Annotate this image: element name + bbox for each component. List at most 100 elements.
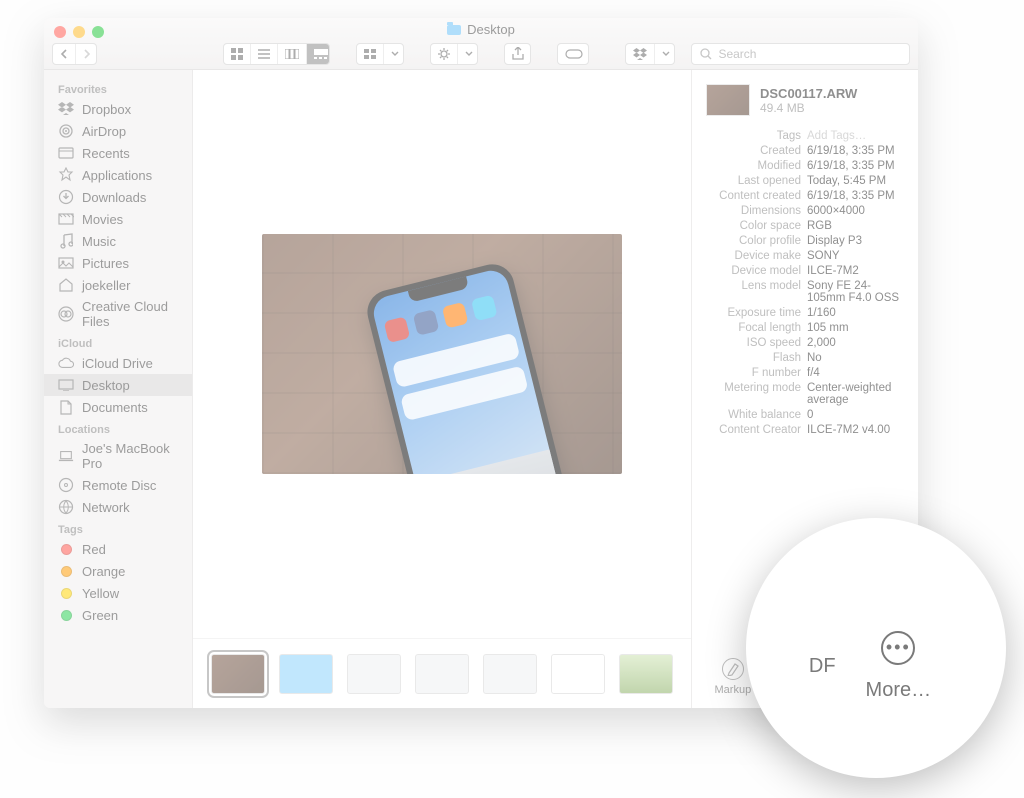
thumbnail-item[interactable]	[347, 654, 401, 694]
toolbar: Search	[52, 42, 910, 66]
quick-action-markup[interactable]: Markup	[715, 658, 752, 696]
meta-key: Metering mode	[706, 382, 801, 406]
meta-key: Dimensions	[706, 205, 801, 217]
sidebar-item-remote-disc[interactable]: Remote Disc	[44, 474, 192, 496]
thumbnail-item[interactable]	[279, 654, 333, 694]
sidebar-item-downloads[interactable]: Downloads	[44, 186, 192, 208]
search-input[interactable]: Search	[691, 43, 910, 65]
sidebar-item-label: Network	[82, 500, 130, 515]
disc-icon	[58, 477, 74, 493]
thumbnail-item[interactable]	[415, 654, 469, 694]
meta-key: Focal length	[706, 322, 801, 334]
zoom-more-label[interactable]: More…	[866, 679, 932, 702]
recents-icon	[58, 145, 74, 161]
icon-view-button[interactable]	[224, 44, 251, 64]
meta-key: Exposure time	[706, 307, 801, 319]
sidebar-item-label: Yellow	[82, 586, 119, 601]
sidebar-item-desktop[interactable]: Desktop	[44, 374, 192, 396]
action-menu[interactable]	[430, 43, 478, 65]
tag-dot-icon	[58, 585, 74, 601]
meta-key: Created	[706, 145, 801, 157]
meta-value: Center-weighted average	[807, 382, 904, 406]
meta-key: Tags	[706, 130, 801, 142]
sidebar-item-label: Desktop	[82, 378, 130, 393]
sidebar-item-label: joekeller	[82, 278, 130, 293]
home-icon	[58, 277, 74, 293]
sidebar-item-documents[interactable]: Documents	[44, 396, 192, 418]
applications-icon	[58, 167, 74, 183]
column-view-button[interactable]	[278, 44, 307, 64]
cc-icon	[58, 306, 74, 322]
sidebar-item-label: Creative Cloud Files	[82, 299, 178, 329]
sidebar-item-joekeller[interactable]: joekeller	[44, 274, 192, 296]
titlebar: Desktop	[44, 18, 918, 70]
list-view-button[interactable]	[251, 44, 278, 64]
tag-dot-icon	[58, 563, 74, 579]
sidebar-item-joe-s-macbook-pro[interactable]: Joe's MacBook Pro	[44, 438, 192, 474]
meta-value: No	[807, 352, 904, 364]
sidebar-item-pictures[interactable]: Pictures	[44, 252, 192, 274]
sidebar-item-recents[interactable]: Recents	[44, 142, 192, 164]
meta-key: ISO speed	[706, 337, 801, 349]
sidebar-item-orange[interactable]: Orange	[44, 560, 192, 582]
thumbnail-item[interactable]	[619, 654, 673, 694]
meta-value: 6/19/18, 3:35 PM	[807, 190, 904, 202]
chevron-down-icon	[655, 44, 675, 64]
thumbnail-strip	[193, 638, 691, 708]
sidebar-item-music[interactable]: Music	[44, 230, 192, 252]
meta-value: 1/160	[807, 307, 904, 319]
tag-icon	[558, 44, 589, 64]
sidebar-item-applications[interactable]: Applications	[44, 164, 192, 186]
forward-button[interactable]	[76, 44, 97, 64]
nav-buttons	[52, 43, 97, 65]
dropbox-icon	[626, 44, 655, 64]
sidebar-item-label: AirDrop	[82, 124, 126, 139]
sidebar-item-label: Green	[82, 608, 118, 623]
sidebar: FavoritesDropboxAirDropRecentsApplicatio…	[44, 70, 193, 708]
sidebar-item-label: Movies	[82, 212, 123, 227]
sidebar-item-green[interactable]: Green	[44, 604, 192, 626]
dropbox-icon	[58, 101, 74, 117]
sidebar-item-red[interactable]: Red	[44, 538, 192, 560]
meta-value: ILCE-7M2	[807, 265, 904, 277]
sidebar-section-header: Locations	[44, 418, 192, 438]
meta-value: 6/19/18, 3:35 PM	[807, 145, 904, 157]
chevron-down-icon	[384, 44, 404, 64]
thumbnail-item[interactable]	[211, 654, 265, 694]
preview-image[interactable]	[262, 234, 622, 474]
tags-button[interactable]	[557, 43, 589, 65]
sidebar-item-label: Music	[82, 234, 116, 249]
sidebar-item-movies[interactable]: Movies	[44, 208, 192, 230]
metadata-list: TagsAdd Tags…Created6/19/18, 3:35 PMModi…	[706, 130, 904, 436]
meta-value: 2,000	[807, 337, 904, 349]
window-title: Desktop	[44, 22, 918, 37]
sidebar-item-label: Pictures	[82, 256, 129, 271]
back-button[interactable]	[53, 44, 76, 64]
tag-dot-icon	[58, 541, 74, 557]
meta-key: Color space	[706, 220, 801, 232]
sidebar-item-airdrop[interactable]: AirDrop	[44, 120, 192, 142]
arrange-menu[interactable]	[356, 43, 404, 65]
sidebar-item-network[interactable]: Network	[44, 496, 192, 518]
sidebar-item-dropbox[interactable]: Dropbox	[44, 98, 192, 120]
meta-key: Color profile	[706, 235, 801, 247]
sidebar-item-label: Applications	[82, 168, 152, 183]
file-size: 49.4 MB	[760, 101, 857, 115]
dropbox-toolbar-button[interactable]	[625, 43, 675, 65]
music-icon	[58, 233, 74, 249]
more-icon[interactable]: •••	[881, 631, 915, 665]
sidebar-item-icloud-drive[interactable]: iCloud Drive	[44, 352, 192, 374]
quick-action-label: Markup	[715, 684, 752, 696]
thumbnail-item[interactable]	[483, 654, 537, 694]
thumbnail-item[interactable]	[551, 654, 605, 694]
meta-key: Content Creator	[706, 424, 801, 436]
meta-value[interactable]: Add Tags…	[807, 130, 904, 142]
sidebar-item-yellow[interactable]: Yellow	[44, 582, 192, 604]
info-thumbnail	[706, 84, 750, 116]
sidebar-item-label: iCloud Drive	[82, 356, 153, 371]
sidebar-section-header: iCloud	[44, 332, 192, 352]
gallery-view-button[interactable]	[307, 44, 330, 64]
sidebar-item-label: Joe's MacBook Pro	[82, 441, 178, 471]
sidebar-item-creative-cloud-files[interactable]: Creative Cloud Files	[44, 296, 192, 332]
share-button[interactable]	[504, 43, 531, 65]
